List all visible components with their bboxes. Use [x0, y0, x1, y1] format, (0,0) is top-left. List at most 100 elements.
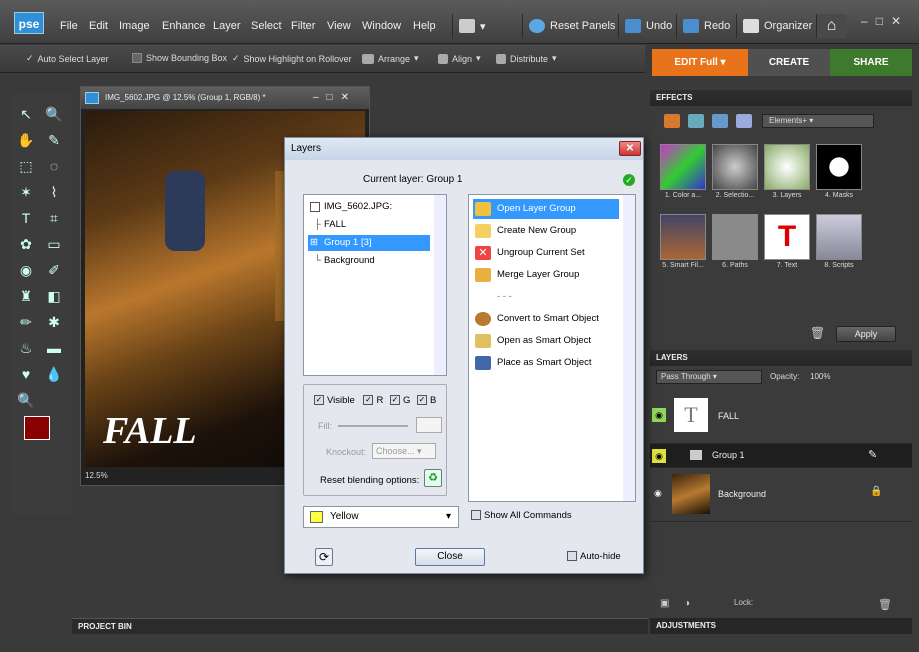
command-create-new-group[interactable]: Create New Group [473, 221, 619, 241]
selection-brush-tool-icon[interactable]: ⌇ [44, 182, 64, 202]
undo-button[interactable]: Undo [618, 14, 678, 38]
menu-filter[interactable]: Filter [291, 20, 315, 32]
command-open-as-smart-object[interactable]: Open as Smart Object [473, 331, 619, 351]
layout-button[interactable]: ▾ [452, 14, 492, 38]
menu-layer[interactable]: Layer [213, 20, 241, 32]
type-tool-icon[interactable]: T [16, 208, 36, 228]
layer-row-fall[interactable]: ◉ T FALL [650, 390, 912, 444]
knockout-select[interactable]: Choose... ▾ [372, 443, 436, 459]
r-checkbox[interactable]: ✓ R [363, 395, 383, 406]
zoom-level[interactable]: 12.5% [85, 471, 108, 480]
reset-blending-button[interactable]: ♻ [424, 469, 442, 487]
organizer-button[interactable]: Organizer [736, 14, 818, 38]
effect-smart-filters[interactable] [660, 214, 706, 260]
adjustments-header[interactable]: ADJUSTMENTS [650, 618, 912, 634]
dialog-title-bar[interactable]: Layers [285, 138, 643, 160]
effect-paths[interactable] [712, 214, 758, 260]
effects-styles-icon[interactable] [688, 114, 704, 128]
show-all-commands-checkbox[interactable]: Show All Commands [471, 510, 572, 521]
tree-item-background[interactable]: └ Background [308, 253, 430, 269]
command-merge-layer-group[interactable]: Merge Layer Group [473, 265, 619, 285]
adjustment-layer-icon[interactable]: ◑ [684, 598, 690, 609]
effects-trash-icon[interactable]: 🗑 [810, 326, 825, 340]
reset-panels-button[interactable]: Reset Panels [522, 14, 621, 38]
align-button[interactable]: Align ▾ [438, 53, 481, 64]
redo-button[interactable]: Redo [676, 14, 736, 38]
project-bin-header[interactable]: PROJECT BIN [72, 618, 648, 634]
fill-input[interactable] [416, 417, 442, 433]
menu-file[interactable]: File [60, 20, 78, 32]
layer-tree[interactable]: IMG_5602.JPG: ├ FALL ⊞ Group 1 [3] └ Bac… [303, 194, 447, 376]
effects-filter-icon[interactable] [664, 114, 680, 128]
highlight-checkbox[interactable]: ✓ Show Highlight on Rollover [232, 53, 352, 64]
clone-stamp-tool-icon[interactable]: ♜ [16, 286, 36, 306]
eye-icon[interactable]: ◉ [652, 408, 666, 422]
menu-select[interactable]: Select [251, 20, 282, 32]
document-window-controls[interactable]: –□✕ [313, 87, 357, 109]
tab-share[interactable]: SHARE [830, 49, 912, 76]
eye-icon[interactable]: ◉ [654, 488, 662, 499]
document-title[interactable]: IMG_5602.JPG @ 12.5% (Group 1, RGB/8) * … [81, 87, 369, 109]
g-checkbox[interactable]: ✓ G [389, 395, 410, 406]
tree-item-fall[interactable]: ├ FALL [308, 217, 430, 233]
marquee-tool-icon[interactable]: ⬚ [16, 156, 36, 176]
blend-mode-select[interactable]: Pass Through ▾ [656, 370, 762, 384]
menu-enhance[interactable]: Enhance [162, 20, 205, 32]
effect-text[interactable]: T [764, 214, 810, 260]
refresh-button[interactable]: ⟳ [315, 548, 333, 566]
close-button[interactable]: Close [415, 548, 485, 566]
layer-row-background[interactable]: ◉ Background 🔒 [650, 468, 912, 522]
layer-row-group-1[interactable]: ◉ Group 1 ✎ [650, 444, 912, 468]
sponge-tool-icon[interactable]: 🔍 [16, 390, 36, 410]
hand-tool-icon[interactable]: ✋ [16, 130, 36, 150]
gradient-tool-icon[interactable]: ▬ [44, 338, 64, 358]
command-list[interactable]: Open Layer Group Create New Group ✕ Ungr… [468, 194, 636, 502]
command-vertical-scrollbar[interactable] [623, 195, 635, 501]
effect-layers[interactable] [764, 144, 810, 190]
cookie-cutter-tool-icon[interactable]: ✿ [16, 234, 36, 254]
opacity-value[interactable]: 100% [810, 372, 830, 381]
straighten-tool-icon[interactable]: ▭ [44, 234, 64, 254]
b-checkbox[interactable]: ✓ B [417, 395, 436, 406]
shape-tool-icon[interactable]: ♥ [16, 364, 36, 384]
dialog-close-button[interactable]: ✕ [619, 141, 641, 156]
apply-button[interactable]: Apply [836, 326, 896, 342]
menu-view[interactable]: View [327, 20, 351, 32]
menu-edit[interactable]: Edit [89, 20, 108, 32]
effect-scripts[interactable] [816, 214, 862, 260]
fall-text-layer[interactable]: FALL [103, 409, 197, 453]
fill-slider[interactable] [338, 425, 408, 427]
effects-fx-icon[interactable] [736, 114, 752, 128]
move-tool-icon[interactable]: ↖ [16, 104, 36, 124]
auto-hide-checkbox[interactable]: Auto-hide [567, 551, 621, 562]
bounding-box-checkbox[interactable]: Show Bounding Box [132, 53, 227, 63]
foreground-color-swatch[interactable] [24, 416, 50, 440]
effect-color-adjust[interactable] [660, 144, 706, 190]
distribute-button[interactable]: Distribute ▾ [496, 53, 557, 64]
paint-bucket-tool-icon[interactable]: ♨ [16, 338, 36, 358]
tree-item-group-1[interactable]: ⊞ Group 1 [3] [308, 235, 430, 251]
layer-color-select[interactable]: Yellow ▾ [303, 506, 459, 528]
lasso-tool-icon[interactable]: ◌ [44, 156, 64, 176]
tab-create[interactable]: CREATE [748, 49, 830, 76]
brush-tool-icon[interactable]: ✏ [16, 312, 36, 332]
expand-icon[interactable]: ⊞ [310, 235, 318, 251]
eraser-tool-icon[interactable]: ◧ [44, 286, 64, 306]
eyedropper-tool-icon[interactable]: ✎ [44, 130, 64, 150]
arrange-button[interactable]: Arrange ▾ [362, 53, 419, 64]
menu-window[interactable]: Window [362, 20, 401, 32]
home-button[interactable]: ⌂ [816, 14, 846, 38]
tree-item-document[interactable]: IMG_5602.JPG: [308, 199, 430, 215]
window-controls[interactable]: –□✕ [861, 14, 909, 28]
tree-vertical-scrollbar[interactable] [434, 195, 446, 375]
tab-edit[interactable]: EDIT Full ▾ [652, 49, 748, 76]
layers-header[interactable]: LAYERS [650, 350, 912, 366]
delete-layer-icon[interactable]: 🗑 [878, 598, 892, 611]
effects-photo-icon[interactable] [712, 114, 728, 128]
menu-help[interactable]: Help [413, 20, 436, 32]
effect-selections[interactable] [712, 144, 758, 190]
effect-masks[interactable] [816, 144, 862, 190]
crop-tool-icon[interactable]: ⌗ [44, 208, 64, 228]
effects-header[interactable]: EFFECTS [650, 90, 912, 106]
visible-checkbox[interactable]: ✓ Visible [314, 395, 355, 406]
